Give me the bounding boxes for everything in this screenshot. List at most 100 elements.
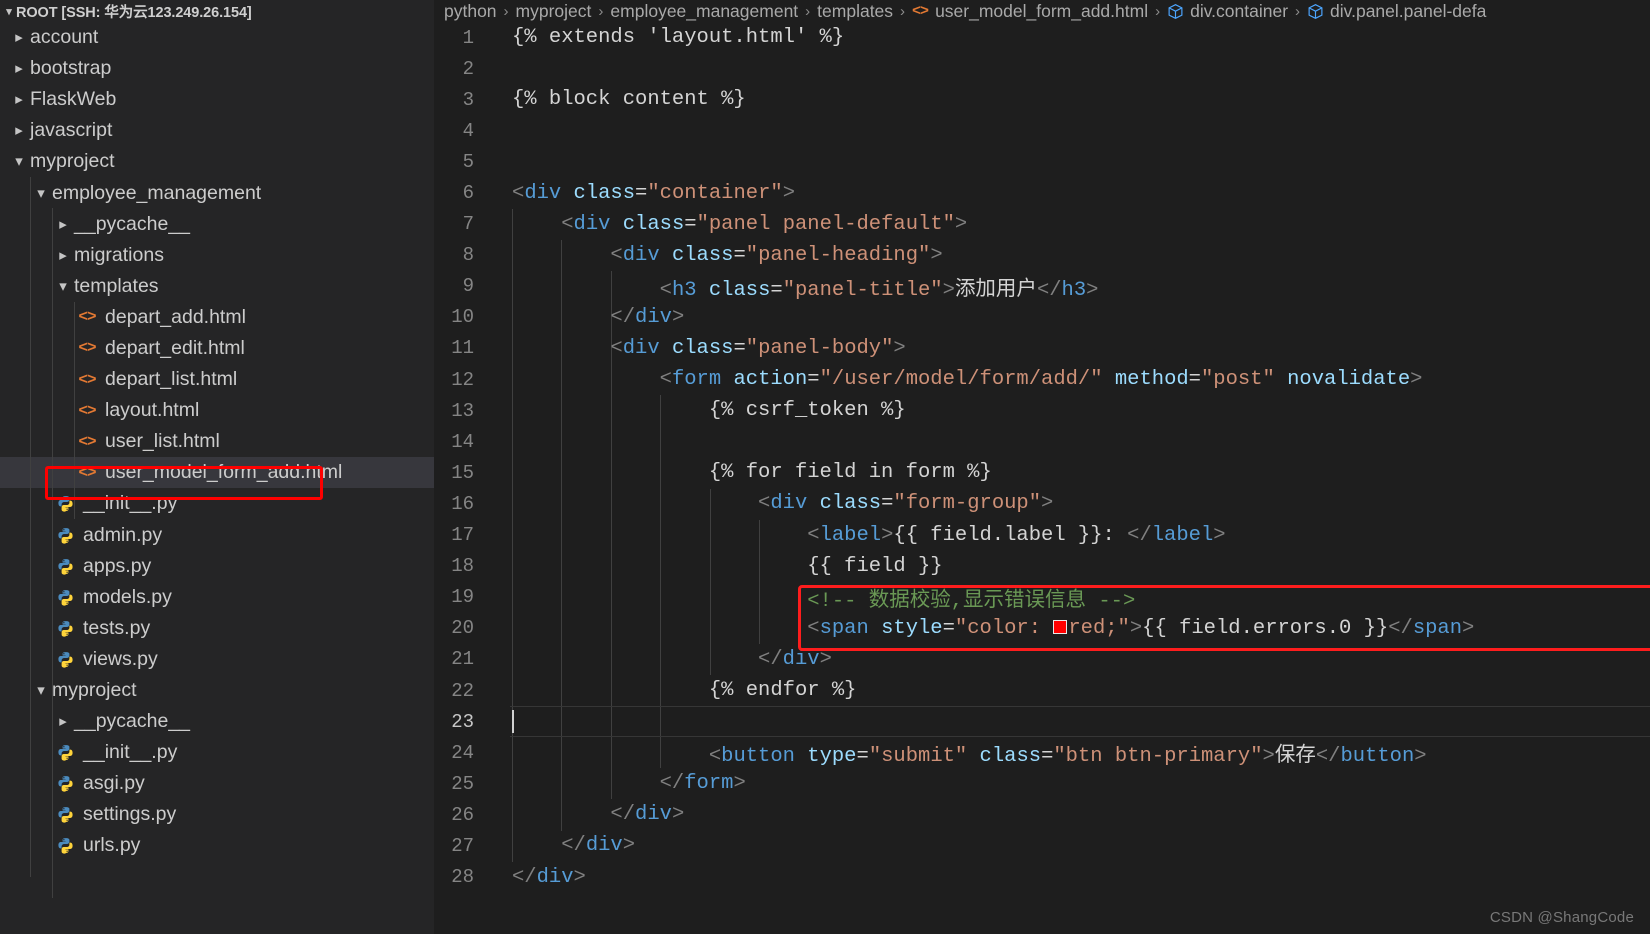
- code-text: </div>: [561, 834, 636, 858]
- code-line[interactable]: 1 {% extends 'layout.html' %}: [434, 22, 1650, 53]
- code-line[interactable]: 9 <h3 class="panel-title">添加用户</h3>: [434, 271, 1650, 302]
- sidebar-item-label: migrations: [74, 243, 164, 266]
- sidebar-item-depart-add-html[interactable]: <> depart_add.html: [0, 302, 434, 333]
- chevron-right-icon[interactable]: ▸: [8, 92, 30, 107]
- code-line[interactable]: 7 <div class="panel panel-default">: [434, 209, 1650, 240]
- code-line[interactable]: 8 <div class="panel-heading">: [434, 240, 1650, 271]
- code-line[interactable]: 22 {% endfor %}: [434, 675, 1650, 706]
- sidebar-item-label: depart_list.html: [105, 368, 238, 391]
- sidebar-item-label: __init__.py: [83, 492, 178, 515]
- chevron-right-icon[interactable]: ▸: [52, 714, 74, 729]
- breadcrumb-separator: ›: [1295, 2, 1301, 20]
- code-line[interactable]: 2: [434, 53, 1650, 84]
- code-line[interactable]: 21 </div>: [434, 644, 1650, 675]
- sidebar-item-layout-html[interactable]: <> layout.html: [0, 395, 434, 426]
- chevron-down-icon[interactable]: ▾: [30, 683, 52, 698]
- sidebar-item-settings-py[interactable]: settings.py: [0, 799, 434, 830]
- sidebar-item-bootstrap[interactable]: ▸ bootstrap: [0, 53, 434, 84]
- html-file-icon: <>: [78, 432, 96, 451]
- code-editor[interactable]: 1 {% extends 'layout.html' %} 2 3 {% block c…: [434, 22, 1650, 934]
- chevron-right-icon[interactable]: ▸: [8, 30, 30, 45]
- sidebar-item-migrations[interactable]: ▸ migrations: [0, 240, 434, 271]
- html-file-icon: <>: [912, 2, 929, 20]
- code-line[interactable]: 16 <div class="form-group">: [434, 488, 1650, 519]
- sidebar-item-apps-py[interactable]: apps.py: [0, 551, 434, 582]
- chevron-down-icon[interactable]: ▾: [52, 279, 74, 294]
- code-text: </div>: [758, 647, 832, 671]
- breadcrumb-item[interactable]: python: [444, 1, 497, 22]
- sidebar-item-views-py[interactable]: views.py: [0, 644, 434, 675]
- code-text: <form action="/user/model/form/add/" met…: [659, 368, 1423, 392]
- code-line[interactable]: 28 </div>: [434, 862, 1650, 893]
- code-line[interactable]: 17 <label>{{ field.label }}: </label>: [434, 520, 1650, 551]
- chevron-down-icon[interactable]: ▾: [30, 186, 52, 201]
- sidebar-item-myproject[interactable]: ▾ myproject: [0, 675, 434, 706]
- code-line[interactable]: 26 </div>: [434, 799, 1650, 830]
- code-line[interactable]: 18 {{ field }}: [434, 551, 1650, 582]
- sidebar-item-templates[interactable]: ▾ templates: [0, 271, 434, 302]
- line-number: 8: [462, 244, 474, 267]
- breadcrumb-label: user_model_form_add.html: [935, 0, 1149, 21]
- sidebar-item-init-py[interactable]: __init__.py: [0, 488, 434, 519]
- code-text: <!-- 数据校验,显示错误信息 -->: [512, 589, 1136, 613]
- code-line[interactable]: 5: [434, 146, 1650, 177]
- sidebar-item-myproject[interactable]: ▾ myproject: [0, 146, 434, 177]
- breadcrumb-item[interactable]: templates: [817, 1, 893, 22]
- code-line[interactable]: 13 {% csrf_token %}: [434, 395, 1650, 426]
- line-number: 15: [451, 461, 474, 484]
- code-line[interactable]: 14: [434, 426, 1650, 457]
- breadcrumb-item[interactable]: employee_management: [610, 1, 798, 22]
- line-number: 1: [462, 26, 474, 49]
- breadcrumb-label: python: [444, 0, 497, 21]
- sidebar-item-user-list-html[interactable]: <> user_list.html: [0, 426, 434, 457]
- sidebar-item-employee-management[interactable]: ▾ employee_management: [0, 177, 434, 208]
- python-file-icon: [52, 620, 78, 637]
- breadcrumb-item[interactable]: <> user_model_form_add.html: [912, 1, 1148, 22]
- sidebar-item-models-py[interactable]: models.py: [0, 582, 434, 613]
- chevron-down-icon[interactable]: ▾: [8, 154, 30, 169]
- code-text: </div>: [610, 305, 685, 329]
- code-line[interactable]: 10 </div>: [434, 302, 1650, 333]
- chevron-right-icon[interactable]: ▸: [8, 123, 30, 138]
- ssh-root-title[interactable]: ▾ ROOT [SSH: 华为云123.249.26.154]: [0, 0, 434, 22]
- sidebar-item-label: user_model_form_add.html: [105, 461, 343, 484]
- line-number: 21: [451, 648, 474, 671]
- code-line[interactable]: 4: [434, 115, 1650, 146]
- code-text: <div class="form-group">: [758, 492, 1054, 516]
- sidebar-item-pycache[interactable]: ▸ __pycache__: [0, 209, 434, 240]
- chevron-right-icon[interactable]: ▸: [52, 248, 74, 263]
- code-text: <label>{{ field.label }}: </label>: [807, 523, 1226, 547]
- code-line[interactable]: 27 </div>: [434, 830, 1650, 861]
- code-line[interactable]: 11 <div class="panel-body">: [434, 333, 1650, 364]
- chevron-right-icon[interactable]: ▸: [52, 217, 74, 232]
- chevron-right-icon[interactable]: ▸: [8, 61, 30, 76]
- code-line[interactable]: 20 <span style="color: red;">{{ field.er…: [434, 613, 1650, 644]
- sidebar-item-depart-list-html[interactable]: <> depart_list.html: [0, 364, 434, 395]
- sidebar-item-pycache[interactable]: ▸ __pycache__: [0, 706, 434, 737]
- breadcrumb-item[interactable]: div.panel.panel-defa: [1307, 1, 1486, 22]
- line-number: 9: [462, 275, 474, 298]
- sidebar-item-urls-py[interactable]: urls.py: [0, 830, 434, 861]
- sidebar-item-javascript[interactable]: ▸ javascript: [0, 115, 434, 146]
- code-line[interactable]: 15 {% for field in form %}: [434, 457, 1650, 488]
- code-line[interactable]: 12 <form action="/user/model/form/add/" …: [434, 364, 1650, 395]
- breadcrumb-item[interactable]: div.container: [1167, 1, 1288, 22]
- code-line[interactable]: 3 {% block content %}: [434, 84, 1650, 115]
- breadcrumb-item[interactable]: myproject: [516, 1, 592, 22]
- code-line[interactable]: 19 <!-- 数据校验,显示错误信息 -->: [434, 582, 1650, 613]
- sidebar-item-tests-py[interactable]: tests.py: [0, 613, 434, 644]
- code-text: {% extends 'layout.html' %}: [512, 26, 845, 50]
- sidebar-item-asgi-py[interactable]: asgi.py: [0, 768, 434, 799]
- sidebar-item-admin-py[interactable]: admin.py: [0, 520, 434, 551]
- code-line[interactable]: 24 <button type="submit" class="btn btn-…: [434, 737, 1650, 769]
- code-line[interactable]: 25 </form>: [434, 768, 1650, 799]
- sidebar-item-account[interactable]: ▸ account: [0, 22, 434, 53]
- sidebar-item-flaskweb[interactable]: ▸ FlaskWeb: [0, 84, 434, 115]
- sidebar-item-init-py[interactable]: __init__.py: [0, 737, 434, 768]
- code-line[interactable]: 6 <div class="container">: [434, 177, 1650, 208]
- sidebar-item-user-model-form-add-html[interactable]: <> user_model_form_add.html: [0, 457, 434, 489]
- code-line[interactable]: 23: [434, 706, 1650, 738]
- sidebar-item-label: admin.py: [83, 523, 163, 546]
- line-number: 19: [451, 586, 474, 609]
- sidebar-item-depart-edit-html[interactable]: <> depart_edit.html: [0, 333, 434, 364]
